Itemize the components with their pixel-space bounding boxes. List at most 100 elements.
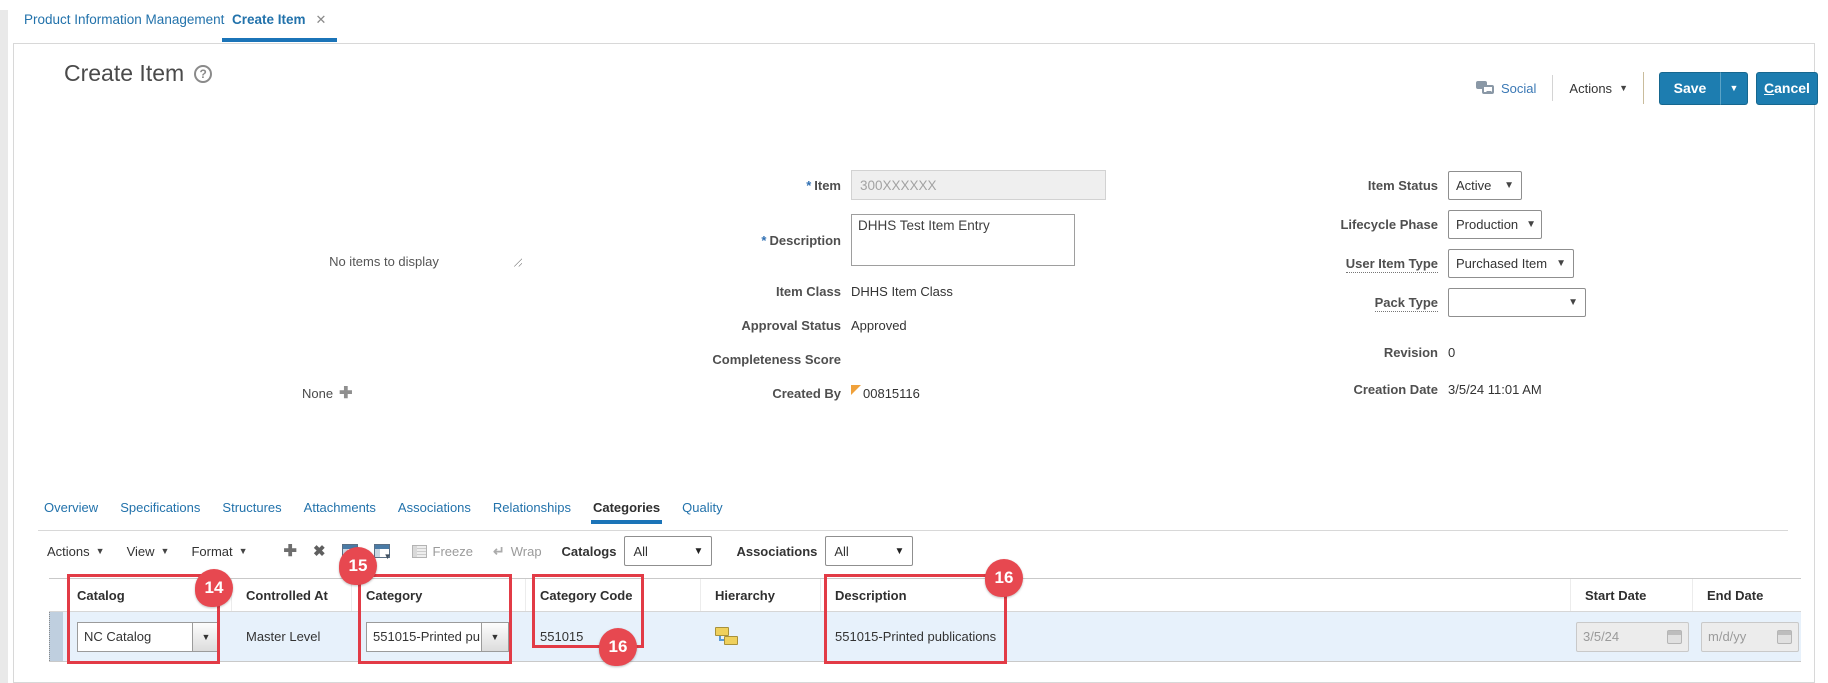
item-class-value: DHHS Item Class — [851, 283, 953, 299]
tab-attachments[interactable]: Attachments — [302, 496, 378, 524]
actions-menu-button[interactable]: Actions ▼ — [1569, 81, 1628, 96]
description-field[interactable]: DHHS Test Item Entry — [851, 214, 1075, 266]
item-class-row: Item Class DHHS Item Class — [524, 276, 953, 306]
item-status-select[interactable]: Active ▼ — [1448, 170, 1522, 200]
tab-create-item[interactable]: Create Item ✕ — [232, 12, 326, 28]
controlled-at-cell: Master Level — [246, 629, 321, 644]
creation-date-label: Creation Date — [1353, 381, 1438, 397]
categories-toolbar: Actions▼ View▼ Format▼ ✚ ✖ Freeze ↵Wrap … — [47, 533, 937, 569]
divider — [38, 530, 1788, 531]
toolbar-view-menu[interactable]: View ▼ — [127, 544, 170, 559]
freeze-icon — [411, 544, 427, 558]
toolbar-actions-menu[interactable]: Actions ▼ — [47, 544, 105, 559]
revision-row: Revision 0 — [1154, 337, 1455, 367]
divider — [1552, 75, 1554, 101]
social-button[interactable]: Social — [1476, 80, 1536, 96]
active-tab-underline — [222, 38, 337, 42]
save-dropdown-button[interactable]: ▼ — [1720, 71, 1748, 105]
attachments-none-row: None ✚ — [302, 383, 352, 403]
chevron-down-icon: ▼ — [1556, 257, 1566, 269]
add-attachment-icon[interactable]: ✚ — [339, 383, 352, 403]
hierarchy-icon[interactable] — [715, 626, 739, 648]
annotation-badge-14: 14 — [195, 569, 233, 607]
completeness-score-row: Completeness Score — [524, 344, 851, 374]
annotation-rect-description — [824, 574, 1007, 664]
save-button[interactable]: Save — [1658, 71, 1721, 105]
calendar-icon[interactable] — [1667, 629, 1682, 644]
creation-date-value: 3/5/24 11:01 AM — [1448, 381, 1542, 397]
chevron-down-icon: ▼ — [1504, 179, 1514, 191]
pack-type-select[interactable]: ▼ — [1448, 287, 1586, 317]
create-item-panel: Create Item ? Social Actions ▼ Save ▼ Ca… — [13, 43, 1818, 683]
associations-select[interactable]: All ▼ — [825, 536, 914, 566]
tab-overview[interactable]: Overview — [42, 496, 100, 524]
chevron-down-icon: ▼ — [894, 545, 905, 557]
end-date-field[interactable]: m/d/yy — [1701, 621, 1799, 652]
add-row-icon[interactable]: ✚ — [284, 541, 297, 561]
required-icon: * — [806, 177, 812, 193]
approval-status-value: Approved — [851, 317, 907, 333]
save-split-button: Save ▼ — [1658, 71, 1748, 105]
tab-categories[interactable]: Categories — [590, 496, 663, 524]
column-header-controlled-at[interactable]: Controlled At — [232, 579, 352, 611]
item-row: * Item — [524, 170, 1106, 200]
help-icon[interactable]: ? — [194, 64, 213, 83]
creation-date-row: Creation Date 3/5/24 11:01 AM — [1154, 374, 1542, 404]
pack-type-label: Pack Type — [1374, 294, 1438, 312]
column-header-hierarchy[interactable]: Hierarchy — [701, 579, 821, 611]
tab-product-information-management[interactable]: Product Information Management — [24, 12, 224, 27]
freeze-button: Freeze — [411, 544, 473, 559]
calendar-icon[interactable] — [1777, 629, 1792, 644]
created-by-value: 00815116 — [863, 385, 920, 401]
tab-quality[interactable]: Quality — [680, 496, 724, 524]
toolbar-format-menu[interactable]: Format ▼ — [191, 544, 247, 559]
user-item-type-label: User Item Type — [1345, 255, 1438, 273]
detail-tab-bar: Overview Specifications Structures Attac… — [42, 496, 725, 524]
resize-handle-icon[interactable] — [513, 257, 522, 267]
lifecycle-phase-select[interactable]: Production ▼ — [1448, 209, 1542, 239]
row-selector[interactable] — [49, 612, 63, 661]
tab-associations[interactable]: Associations — [396, 496, 473, 524]
wrap-icon: ↵ — [492, 542, 505, 559]
column-header-start-date[interactable]: Start Date — [1571, 579, 1693, 611]
empty-items-message: No items to display — [329, 254, 439, 269]
user-item-type-select[interactable]: Purchased Item ▼ — [1448, 248, 1574, 278]
attachments-none-label: None — [302, 385, 334, 401]
tab-structures[interactable]: Structures — [220, 496, 283, 524]
chevron-down-icon: ▼ — [95, 546, 105, 556]
chevron-down-icon: ▼ — [1619, 83, 1628, 93]
column-header-end-date[interactable]: End Date — [1693, 579, 1801, 611]
completeness-score-label: Completeness Score — [712, 351, 841, 367]
annotation-badge-16-code: 16 — [599, 628, 637, 666]
start-date-field[interactable]: 3/5/24 — [1576, 621, 1689, 652]
annotation-badge-16-description: 16 — [985, 559, 1023, 597]
pack-type-row: Pack Type ▼ — [1154, 287, 1586, 317]
tab-specifications[interactable]: Specifications — [118, 496, 202, 524]
tab-close-icon[interactable]: ✕ — [316, 12, 327, 27]
lifecycle-phase-label: Lifecycle Phase — [1340, 216, 1438, 232]
query-by-example-icon[interactable] — [373, 544, 392, 561]
tab-relationships[interactable]: Relationships — [491, 496, 573, 524]
social-icon — [1476, 80, 1496, 96]
divider — [1642, 72, 1644, 104]
delete-row-icon[interactable]: ✖ — [313, 542, 326, 560]
chevron-down-icon: ▼ — [693, 545, 704, 557]
revision-value: 0 — [1448, 344, 1456, 360]
window-left-edge — [0, 10, 8, 683]
created-by-row: Created By 00815116 — [524, 378, 920, 408]
window-tab-bar: Product Information Management Create It… — [8, 0, 1828, 43]
catalogs-select[interactable]: All ▼ — [624, 536, 713, 566]
chevron-down-icon: ▼ — [238, 546, 248, 556]
description-row: * Description DHHS Test Item Entry — [513, 212, 1075, 268]
catalogs-label: Catalogs — [561, 543, 617, 559]
cancel-button[interactable]: Cancel — [1755, 71, 1818, 105]
item-class-label: Item Class — [775, 283, 841, 299]
annotation-rect-category — [358, 574, 512, 664]
chevron-down-icon: ▼ — [160, 546, 170, 556]
created-by-label: Created By — [772, 385, 841, 401]
item-field[interactable] — [851, 170, 1106, 200]
page-header: Create Item ? — [64, 60, 213, 87]
chevron-down-icon: ▼ — [1568, 296, 1578, 308]
header-action-bar: Social Actions ▼ Save ▼ Cancel — [1476, 71, 1818, 105]
changed-flag-icon — [851, 384, 861, 395]
